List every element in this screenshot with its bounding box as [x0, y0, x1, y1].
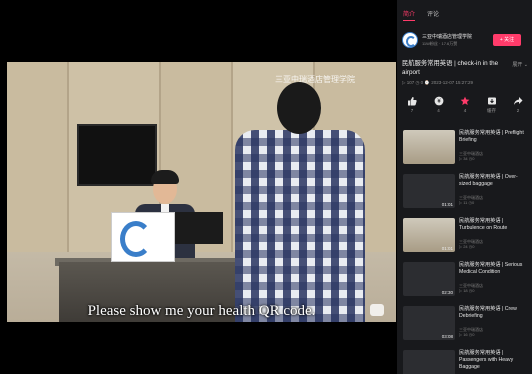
desk-logo-sign [111, 212, 175, 262]
star-icon [460, 96, 470, 105]
video-thumbnail[interactable]: 01:01 [403, 174, 455, 208]
channel-meta: 11W粉丝 · 17.6万赞 [422, 41, 458, 46]
coin-icon: ¥ [434, 96, 443, 106]
tv-icon[interactable] [370, 304, 384, 316]
recommendation-title[interactable]: 民航服务常用英语 | Over-sized baggage [459, 174, 529, 188]
recommendation-meta: 三亚中瑞酒店 ▷ 11 ◷0 [459, 195, 483, 205]
video-thumbnail[interactable] [403, 350, 455, 374]
list-item[interactable]: 03:08 民航服务常用英语 | Crew Debriefing 三亚中瑞酒店 ▷… [403, 306, 529, 342]
video-subtitle: Please show me your health QR code. [87, 303, 316, 319]
cache-label: 缓存 [487, 108, 496, 113]
video-duration: 01:01 [441, 202, 453, 207]
recommendation-title[interactable]: 民航服务常用英语 | Turbulence on Route [459, 218, 529, 232]
expand-label: 展开 [512, 62, 523, 68]
avatar[interactable] [402, 32, 418, 48]
share-button[interactable]: 2 [507, 96, 529, 114]
list-item[interactable]: 民航服务常用英语 | Passengers with Heavy Baggage [403, 350, 529, 374]
wall-panel [7, 62, 69, 252]
video-thumbnail[interactable] [403, 130, 455, 164]
action-bar: 7 ¥ 4 4 缓存 2 [401, 96, 529, 114]
channel-card: 三亚中瑞酒店管理学院 11W粉丝 · 17.6万赞 + 关注 [402, 30, 527, 52]
like-button[interactable]: 7 [401, 96, 423, 114]
list-item[interactable]: 01:01 民航服务常用英语 | Turbulence on Route 三亚中… [403, 218, 529, 254]
video-thumbnail[interactable]: 03:08 [403, 306, 455, 340]
recommendation-views: ▷ 16 ◷0 [459, 332, 475, 337]
video-sidebar: 简介 评论 三亚中瑞酒店管理学院 11W粉丝 · 17.6万赞 + 关注 民航服… [397, 0, 532, 374]
list-item[interactable]: 02:30 民航服务常用英语 | Serious Medical Conditi… [403, 262, 529, 298]
recommendation-views: ▷ 34 ◷0 [459, 156, 475, 161]
tab-comments[interactable]: 评论 [427, 9, 439, 18]
share-icon [514, 97, 523, 105]
cache-button[interactable]: 缓存 [481, 96, 503, 114]
thumb-up-icon [408, 97, 417, 106]
video-stats: ▷ 107 ◷ 0 ⌚ 2023-12-07 15:27:29 [402, 80, 474, 85]
expand-button[interactable]: 展开 ⌄ [512, 61, 528, 68]
recommendation-meta: 三亚中瑞酒店 ▷ 24 ◷0 [459, 239, 483, 249]
recommendation-meta: 三亚中瑞酒店 ▷ 16 ◷0 [459, 327, 483, 337]
recommendation-views: ▷ 24 ◷0 [459, 244, 475, 249]
recommendation-views: ▷ 11 ◷0 [459, 200, 475, 205]
channel-name[interactable]: 三亚中瑞酒店管理学院 [422, 33, 472, 40]
video-duration: 01:01 [441, 246, 453, 251]
coin-button[interactable]: ¥ 4 [428, 96, 450, 114]
guest-figure [225, 82, 375, 322]
favorite-count: 4 [463, 108, 467, 113]
video-duration: 02:30 [441, 290, 453, 295]
video-duration: 03:08 [441, 334, 453, 339]
video-thumbnail[interactable]: 02:30 [403, 262, 455, 296]
recommendation-meta: 三亚中瑞酒店 ▷ 34 ◷0 [459, 151, 483, 161]
video-player[interactable]: 三亚中瑞酒店管理学院 Please show me your health QR… [0, 0, 397, 374]
recommendation-title[interactable]: 民航服务常用英语 | Serious Medical Condition [459, 262, 529, 276]
recommendation-views: ▷ 18 ◷0 [459, 288, 475, 293]
coin-count: 4 [437, 108, 440, 113]
video-title: 民航服务常用英语 | check-in in the airport [402, 60, 499, 76]
share-count: 2 [516, 108, 520, 113]
like-count: 7 [410, 108, 414, 113]
recommendation-title[interactable]: 民航服务常用英语 | Passengers with Heavy Baggage [459, 350, 529, 371]
list-item[interactable]: 民航服务常用英语 | Preflight Briefing 三亚中瑞酒店 ▷ 34… [403, 130, 529, 166]
recommendation-meta: 三亚中瑞酒店 ▷ 18 ◷0 [459, 283, 483, 293]
tab-intro[interactable]: 简介 [403, 9, 415, 18]
recommendation-title[interactable]: 民航服务常用英语 | Preflight Briefing [459, 130, 529, 144]
favorite-button[interactable]: 4 [454, 96, 476, 114]
video-frame[interactable]: 三亚中瑞酒店管理学院 Please show me your health QR… [7, 62, 396, 322]
follow-button[interactable]: + 关注 [493, 34, 521, 46]
sidebar-tabs: 简介 评论 [403, 9, 439, 18]
recommendation-title[interactable]: 民航服务常用英语 | Crew Debriefing [459, 306, 529, 320]
active-tab-indicator [403, 20, 415, 21]
list-item[interactable]: 01:01 民航服务常用英语 | Over-sized baggage 三亚中瑞… [403, 174, 529, 210]
video-thumbnail[interactable]: 01:01 [403, 218, 455, 252]
cache-icon [487, 97, 496, 105]
